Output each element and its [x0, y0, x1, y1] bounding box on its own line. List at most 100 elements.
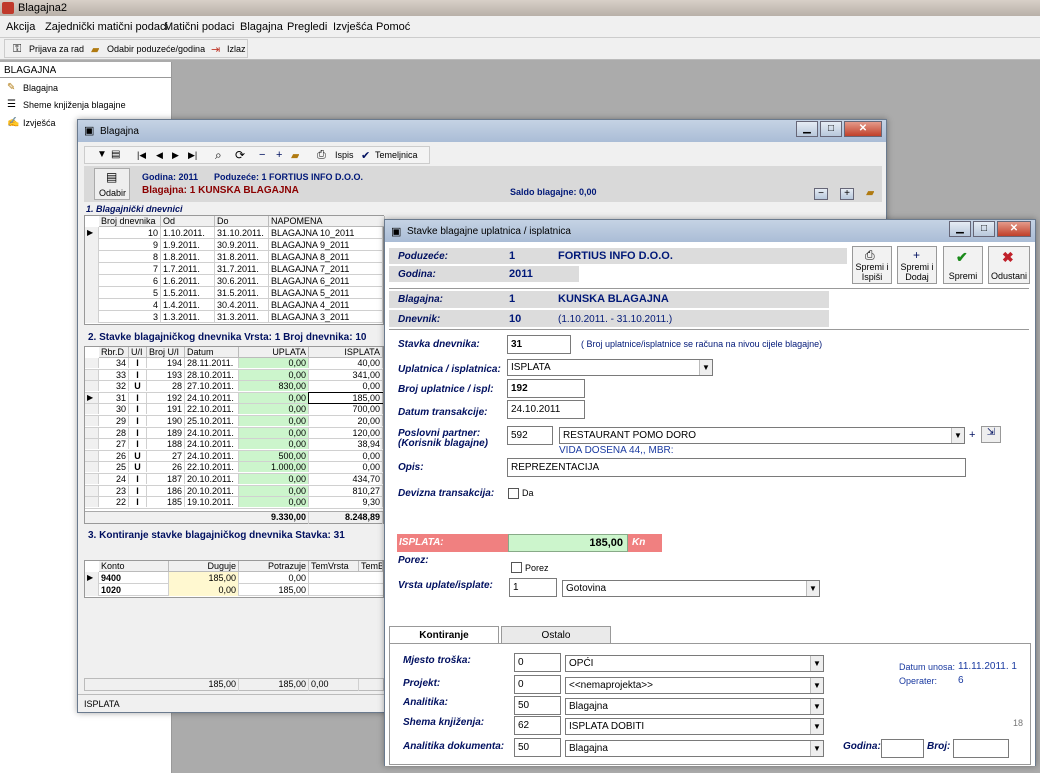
col-header[interactable]: Duguje [169, 561, 239, 572]
dropdown-icon[interactable]: ▼ [97, 149, 107, 160]
table-row[interactable]: ▶ 10 1.10.2011. 31.10.2011. BLAGAJNA 10_2011 [85, 227, 383, 239]
table-row[interactable]: 6 1.6.2011. 30.6.2011. BLAGAJNA 6_2011 [85, 275, 383, 287]
mjesto-id-input[interactable]: 0 [514, 653, 561, 672]
table-row[interactable]: 29 I 190 25.10.2011. 0,00 20,00 [85, 416, 383, 428]
anal-dok-select[interactable]: Blagajna ▼ [565, 740, 824, 757]
spremi-dodaj-button[interactable]: + Spremi i Dodaj [897, 246, 937, 284]
preview-icon[interactable]: ▤ [111, 149, 120, 160]
table-row[interactable]: 28 I 189 24.10.2011. 0,00 120,00 [85, 427, 383, 440]
table-row[interactable]: 33 I 193 28.10.2011. 0,00 341,00 [85, 369, 383, 382]
plus-icon[interactable]: + [969, 429, 975, 441]
col-header[interactable]: Broj dnevnika [99, 216, 161, 227]
col-header[interactable]: Rbr.D [99, 347, 129, 358]
minus-button[interactable]: − [814, 188, 828, 200]
opis-input[interactable]: REPREZENTACIJA [507, 458, 966, 477]
minimize-button[interactable]: ▁ [796, 121, 818, 137]
porez-checkbox[interactable] [511, 562, 522, 573]
datum-input[interactable]: 24.10.2011 [507, 400, 585, 419]
folder-icon[interactable]: ▰ [866, 186, 874, 199]
folder-icon[interactable]: ▰ [291, 149, 299, 162]
minimize-button[interactable]: ▁ [949, 221, 971, 237]
sidebar-item-sheme[interactable]: ☰ Sheme knjiženja blagajne [0, 98, 170, 113]
col-header[interactable]: Broj U/I [147, 347, 185, 358]
table-row[interactable]: 30 I 191 22.10.2011. 0,00 700,00 [85, 404, 383, 416]
spremi-ispisi-button[interactable]: ⎙ Spremi i Ispiši [852, 246, 892, 284]
stavka-input[interactable]: 31 [507, 335, 571, 354]
col-header[interactable]: UPLATA [239, 347, 309, 358]
table-row[interactable]: 3 1.3.2011. 31.3.2011. BLAGAJNA 3_2011 [85, 311, 383, 323]
table-row[interactable]: 5 1.5.2011. 31.5.2011. BLAGAJNA 5_2011 [85, 287, 383, 299]
broj-input[interactable]: 192 [507, 379, 585, 398]
menu-pregledi[interactable]: Pregledi [287, 21, 327, 33]
next-record-icon[interactable]: ▶ [172, 150, 179, 161]
menu-zajednicki[interactable]: Zajednički matični podaci [45, 21, 168, 33]
anal-dok-id-input[interactable]: 50 [514, 738, 561, 757]
shema-select[interactable]: ISPLATA DOBITI ▼ [565, 718, 824, 735]
tab-ostalo[interactable]: Ostalo [501, 626, 611, 643]
col-header[interactable]: Do [215, 216, 269, 227]
table-row[interactable]: 7 1.7.2011. 31.7.2011. BLAGAJNA 7_2011 [85, 263, 383, 275]
close-button[interactable]: ✕ [997, 221, 1031, 237]
login-icon[interactable]: ⇲ [981, 426, 1001, 443]
menu-akcija[interactable]: Akcija [6, 21, 35, 33]
col-header[interactable]: NAPOMENA [269, 216, 385, 227]
menu-blagajna[interactable]: Blagajna [240, 21, 283, 33]
table-row[interactable]: 4 1.4.2011. 30.4.2011. BLAGAJNA 4_2011 [85, 299, 383, 311]
broj2-input[interactable] [953, 739, 1009, 758]
table-row[interactable]: ▶ 31 I 192 24.10.2011. 0,00 185,00 [85, 391, 383, 405]
ui-select[interactable]: ISPLATA ▼ [507, 359, 713, 376]
vrsta-select[interactable]: Gotovina ▼ [562, 580, 820, 597]
col-header[interactable]: Konto [99, 561, 169, 572]
partner-select[interactable]: RESTAURANT POMO DORO ▼ [559, 427, 965, 444]
table-row[interactable]: 22 I 185 19.10.2011. 0,00 9,30 [85, 497, 383, 509]
tab-kontiranje[interactable]: Kontiranje [389, 626, 499, 644]
exit-button[interactable]: Izlaz [227, 44, 246, 54]
select-company-button[interactable]: Odabir poduzeće/godina [107, 44, 205, 54]
spremi-button[interactable]: ✔ Spremi [943, 246, 983, 284]
devizna-checkbox[interactable] [508, 488, 519, 499]
minus-icon[interactable]: − [259, 149, 265, 161]
menu-maticni[interactable]: Matični podaci [164, 21, 234, 33]
maximize-button[interactable]: □ [820, 121, 842, 137]
col-header[interactable]: Od [161, 216, 215, 227]
table-row[interactable]: 24 I 187 20.10.2011. 0,00 434,70 [85, 474, 383, 486]
vrsta-id-input[interactable]: 1 [509, 578, 557, 597]
godina2-input[interactable] [881, 739, 924, 758]
plus-button[interactable]: + [840, 188, 854, 200]
refresh-icon[interactable]: ⟳ [235, 148, 245, 162]
table-row[interactable]: 8 1.8.2011. 31.8.2011. BLAGAJNA 8_2011 [85, 251, 383, 263]
odabir-button[interactable]: ▤ Odabir [94, 168, 130, 200]
maximize-button[interactable]: □ [973, 221, 995, 237]
analitika-id-input[interactable]: 50 [514, 696, 561, 715]
table-row[interactable]: 25 U 26 22.10.2011. 1.000,00 0,00 [85, 462, 383, 474]
close-button[interactable]: ✕ [844, 121, 882, 137]
table-row[interactable]: 1020 0,00 185,00 [85, 584, 383, 596]
table-row[interactable]: 26 U 27 24.10.2011. 500,00 0,00 [85, 450, 383, 463]
table-row[interactable]: 9 1.9.2011. 30.9.2011. BLAGAJNA 9_2011 [85, 239, 383, 251]
first-record-icon[interactable]: |◀ [137, 150, 146, 161]
prev-record-icon[interactable]: ◀ [156, 150, 163, 161]
search-icon[interactable]: ⌕ [215, 148, 222, 163]
table-row[interactable]: 27 I 188 24.10.2011. 0,00 38,94 [85, 439, 383, 451]
projekt-select[interactable]: <<nemaprojekta>> ▼ [565, 677, 824, 694]
mjesto-select[interactable]: OPĆI ▼ [565, 655, 824, 672]
table-row[interactable]: 34 I 194 28.11.2011. 0,00 40,00 [85, 358, 383, 370]
table-row[interactable]: 32 U 28 27.10.2011. 830,00 0,00 [85, 381, 383, 393]
odustani-button[interactable]: ✖ Odustani [988, 246, 1030, 284]
col-header[interactable]: Potrazuje [239, 561, 309, 572]
temeljnica-button[interactable]: Temeljnica [375, 150, 418, 160]
login-button[interactable]: Prijava za rad [29, 44, 84, 54]
col-header[interactable]: TemBr [359, 561, 383, 572]
sidebar-item-blagajna[interactable]: ✎ Blagajna [0, 81, 170, 96]
col-header[interactable]: Datum [185, 347, 239, 358]
analitika-select[interactable]: Blagajna ▼ [565, 698, 824, 715]
table-row[interactable]: ▶ 9400 185,00 0,00 [85, 572, 383, 584]
table-row[interactable]: 23 I 186 20.10.2011. 0,00 810,27 [85, 485, 383, 498]
shema-id-input[interactable]: 62 [514, 716, 561, 735]
last-record-icon[interactable]: ▶| [188, 150, 197, 161]
print-button[interactable]: Ispis [335, 150, 354, 160]
menu-izvjesca[interactable]: Izvješća [333, 21, 373, 33]
plus-icon[interactable]: + [276, 149, 282, 161]
partner-id-input[interactable]: 592 [507, 426, 553, 445]
isplata-amount-field[interactable]: 185,00 [508, 534, 628, 552]
